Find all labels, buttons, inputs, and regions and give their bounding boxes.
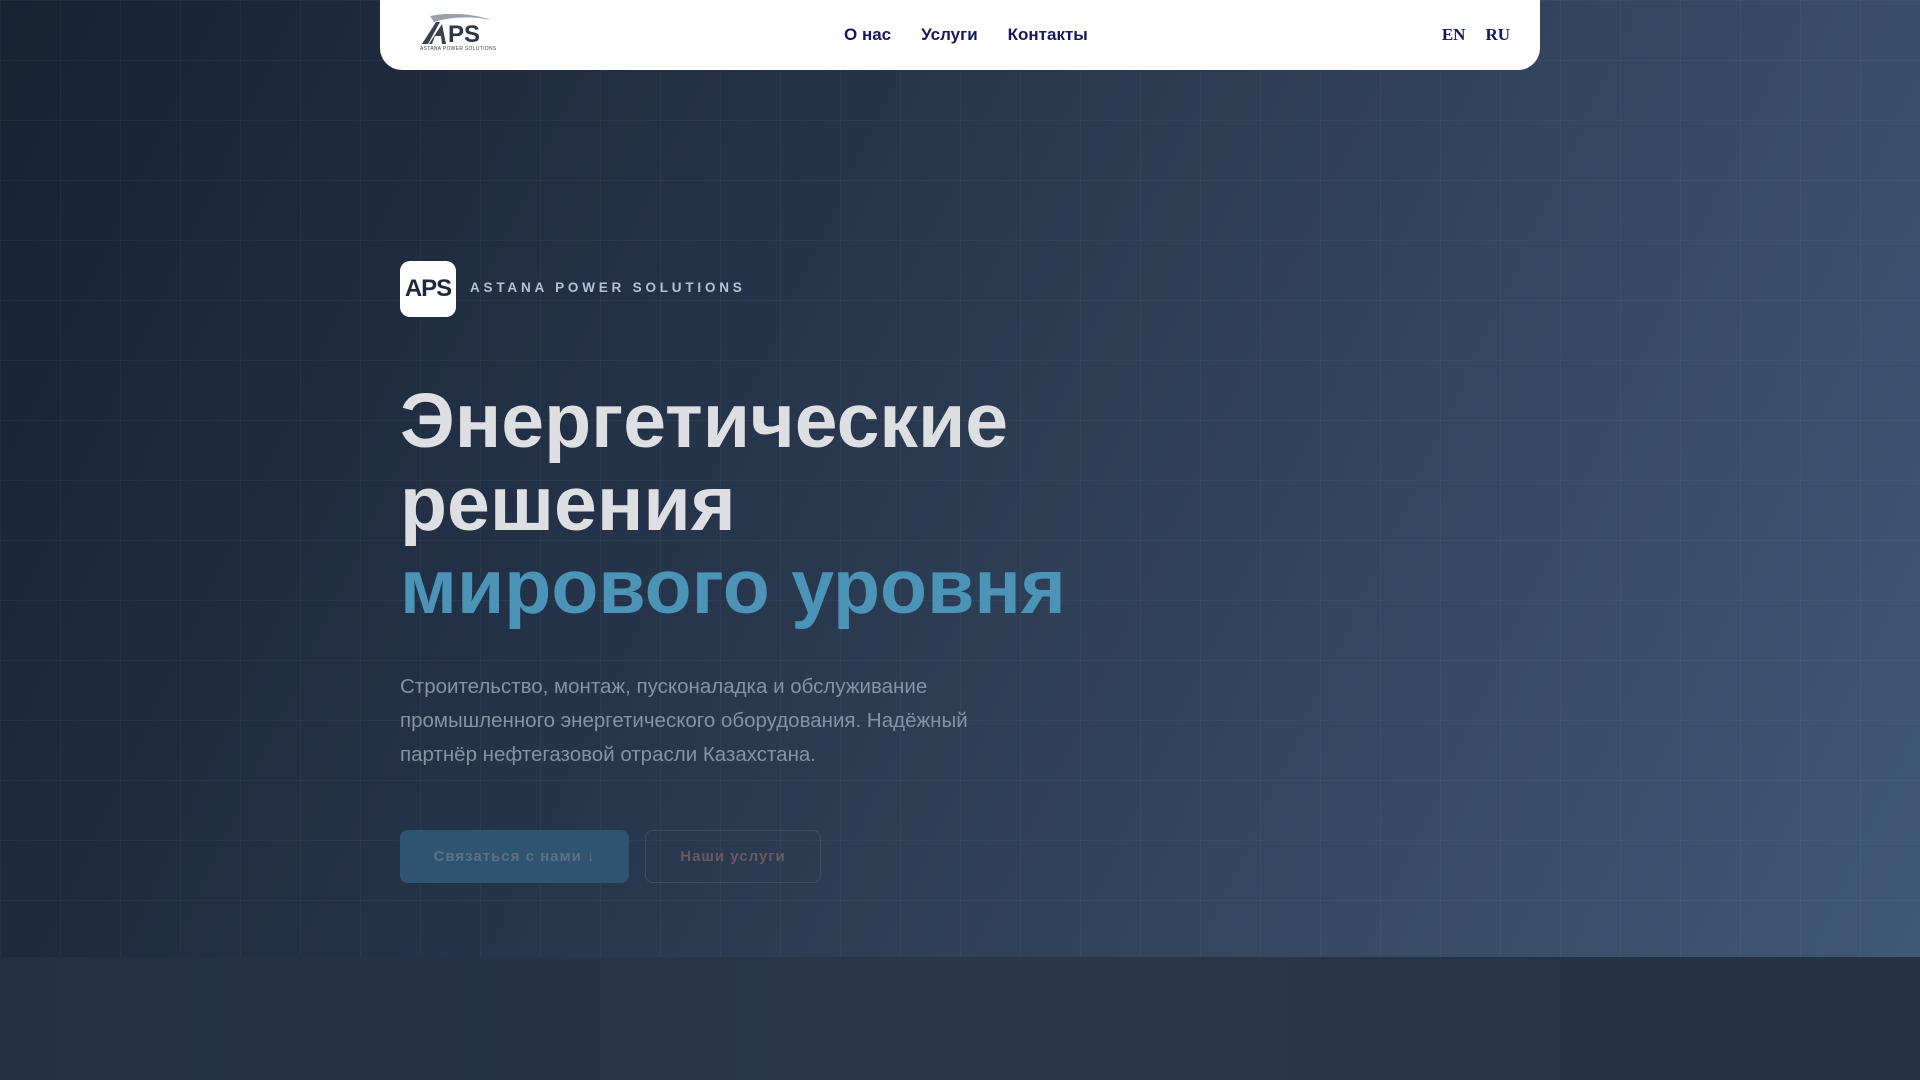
nav-contacts[interactable]: Контакты <box>1008 25 1088 45</box>
next-section <box>0 957 1920 1080</box>
logo-text: PS <box>448 21 480 46</box>
lang-en[interactable]: EN <box>1442 25 1466 45</box>
language-switcher: EN RU <box>1442 0 1510 70</box>
main-nav: О нас Услуги Контакты <box>844 0 1088 70</box>
title-line-2: решения <box>400 461 736 547</box>
nav-about[interactable]: О нас <box>844 25 891 45</box>
logo-icon: PS <box>422 13 492 48</box>
nav-services[interactable]: Услуги <box>921 25 978 45</box>
logo-subtitle: ASTANA POWER SOLUTIONS <box>420 46 497 52</box>
brand-name: ASTANA POWER SOLUTIONS <box>470 280 746 295</box>
hero-title: Энергетические решения мирового уровня <box>400 380 1066 629</box>
title-line-1: Энергетические <box>400 378 1009 464</box>
our-services-button[interactable]: Наши услуги <box>645 830 821 883</box>
top-navbar: PS ASTANA POWER SOLUTIONS О нас Услуги К… <box>380 0 1540 70</box>
logo[interactable]: PS ASTANA POWER SOLUTIONS <box>420 13 502 54</box>
title-accent: мирового уровня <box>400 544 1066 630</box>
aps-badge: APS <box>400 261 456 317</box>
hero-description: Строительство, монтаж, пусконаладка и об… <box>400 675 968 766</box>
contact-us-button[interactable]: Связаться с нами ↓ <box>400 830 629 883</box>
lang-ru[interactable]: RU <box>1485 25 1510 45</box>
hero-section: APS ASTANA POWER SOLUTIONS Энергетически… <box>0 0 1920 957</box>
